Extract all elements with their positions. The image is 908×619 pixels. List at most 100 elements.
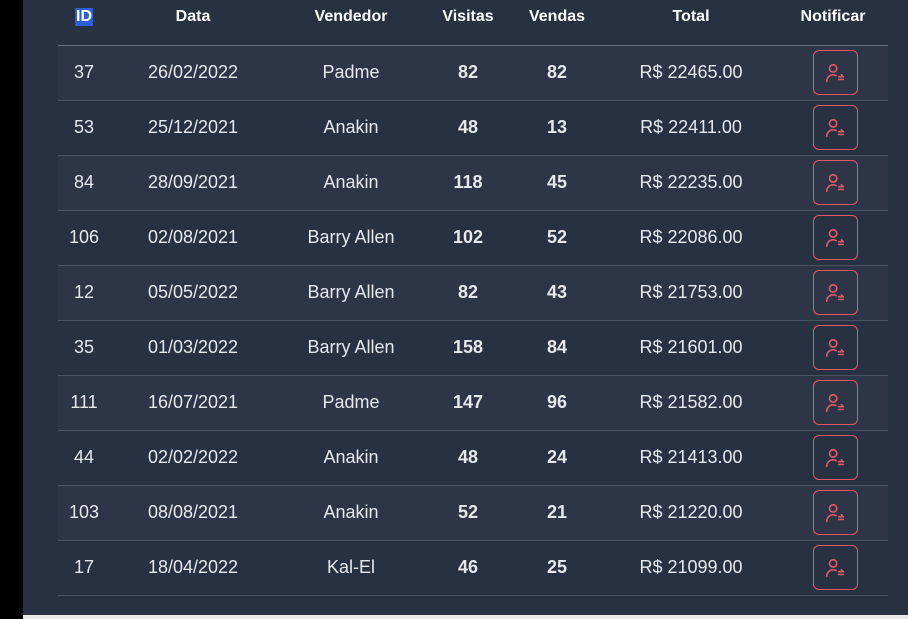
cell-notificar — [778, 320, 888, 376]
cell-vendas: 52 — [510, 210, 604, 266]
cell-vendedor: Barry Allen — [276, 320, 426, 376]
column-header-visitas[interactable]: Visitas — [426, 0, 510, 46]
cell-vendedor: Barry Allen — [276, 265, 426, 321]
cell-id: 12 — [58, 265, 110, 321]
cell-vendedor: Kal-El — [276, 540, 426, 596]
table-row: 37 26/02/2022 Padme 82 82 R$ 22465.00 — [58, 45, 888, 101]
cell-total: R$ 22086.00 — [604, 210, 778, 266]
cell-notificar — [778, 45, 888, 101]
table-row: 17 18/04/2022 Kal-El 46 25 R$ 21099.00 — [58, 540, 888, 596]
table-row: 44 02/02/2022 Anakin 48 24 R$ 21413.00 — [58, 430, 888, 486]
cell-id: 111 — [58, 375, 110, 431]
notify-button[interactable] — [812, 270, 858, 315]
cell-vendedor: Anakin — [276, 100, 426, 156]
column-header-notificar[interactable]: Notificar — [778, 0, 888, 46]
cell-total: R$ 22411.00 — [604, 100, 778, 156]
column-header-data[interactable]: Data — [110, 0, 276, 46]
notify-button[interactable] — [812, 325, 858, 370]
table-row: 35 01/03/2022 Barry Allen 158 84 R$ 21601.00 — [58, 320, 888, 376]
cell-notificar — [778, 265, 888, 321]
user-notify-icon — [824, 172, 846, 194]
user-notify-icon — [824, 447, 846, 469]
cell-id: 37 — [58, 45, 110, 101]
cell-data: 05/05/2022 — [110, 265, 276, 321]
cell-id: 103 — [58, 485, 110, 541]
cell-visitas: 48 — [426, 430, 510, 486]
user-notify-icon — [824, 62, 846, 84]
user-notify-icon — [824, 282, 846, 304]
cell-id: 84 — [58, 155, 110, 211]
cell-notificar — [778, 100, 888, 156]
column-header-id[interactable]: ID — [58, 0, 110, 46]
cell-visitas: 147 — [426, 375, 510, 431]
cell-vendedor: Padme — [276, 375, 426, 431]
table-body: 37 26/02/2022 Padme 82 82 R$ 22465.00 53 25/12/… — [58, 45, 888, 596]
column-header-vendas[interactable]: Vendas — [510, 0, 604, 46]
table-row: 12 05/05/2022 Barry Allen 82 43 R$ 21753.00 — [58, 265, 888, 321]
cell-id: 106 — [58, 210, 110, 266]
cell-vendedor: Anakin — [276, 430, 426, 486]
notify-button[interactable] — [812, 215, 858, 260]
cell-visitas: 102 — [426, 210, 510, 266]
notify-button[interactable] — [812, 490, 858, 535]
cell-notificar — [778, 210, 888, 266]
horizontal-scrollbar[interactable] — [23, 615, 908, 619]
cell-notificar — [778, 540, 888, 596]
cell-visitas: 158 — [426, 320, 510, 376]
cell-data: 28/09/2021 — [110, 155, 276, 211]
notify-button[interactable] — [812, 435, 858, 480]
user-notify-icon — [824, 557, 846, 579]
user-notify-icon — [824, 392, 846, 414]
cell-total: R$ 21753.00 — [604, 265, 778, 321]
notify-button[interactable] — [812, 105, 858, 150]
cell-notificar — [778, 430, 888, 486]
sales-table-container: ID Data Vendedor Visitas Vendas Total No… — [58, 0, 888, 619]
cell-data: 02/02/2022 — [110, 430, 276, 486]
cell-vendas: 82 — [510, 45, 604, 101]
table-row: 103 08/08/2021 Anakin 52 21 R$ 21220.00 — [58, 485, 888, 541]
user-notify-icon — [824, 337, 846, 359]
cell-vendas: 13 — [510, 100, 604, 156]
cell-notificar — [778, 375, 888, 431]
cell-vendas: 45 — [510, 155, 604, 211]
cell-id: 35 — [58, 320, 110, 376]
cell-data: 16/07/2021 — [110, 375, 276, 431]
notify-button[interactable] — [812, 160, 858, 205]
cell-vendas: 43 — [510, 265, 604, 321]
cell-total: R$ 21601.00 — [604, 320, 778, 376]
user-notify-icon — [824, 227, 846, 249]
notify-button[interactable] — [812, 380, 858, 425]
cell-total: R$ 21099.00 — [604, 540, 778, 596]
cell-vendedor: Padme — [276, 45, 426, 101]
cell-visitas: 82 — [426, 265, 510, 321]
cell-vendas: 21 — [510, 485, 604, 541]
column-header-vendedor[interactable]: Vendedor — [276, 0, 426, 46]
table-row: 84 28/09/2021 Anakin 118 45 R$ 22235.00 — [58, 155, 888, 211]
cell-visitas: 118 — [426, 155, 510, 211]
cell-visitas: 46 — [426, 540, 510, 596]
cell-visitas: 48 — [426, 100, 510, 156]
cell-notificar — [778, 155, 888, 211]
notify-button[interactable] — [812, 50, 858, 95]
cell-notificar — [778, 485, 888, 541]
cell-data: 02/08/2021 — [110, 210, 276, 266]
cell-total: R$ 22235.00 — [604, 155, 778, 211]
cell-vendedor: Barry Allen — [276, 210, 426, 266]
column-header-total[interactable]: Total — [604, 0, 778, 46]
user-notify-icon — [824, 117, 846, 139]
cell-vendas: 24 — [510, 430, 604, 486]
cell-data: 25/12/2021 — [110, 100, 276, 156]
cell-vendedor: Anakin — [276, 155, 426, 211]
cell-data: 01/03/2022 — [110, 320, 276, 376]
table-row: 53 25/12/2021 Anakin 48 13 R$ 22411.00 — [58, 100, 888, 156]
cell-total: R$ 21220.00 — [604, 485, 778, 541]
notify-button[interactable] — [812, 545, 858, 590]
cell-visitas: 52 — [426, 485, 510, 541]
cell-total: R$ 22465.00 — [604, 45, 778, 101]
window-left-edge — [0, 0, 23, 619]
user-notify-icon — [824, 502, 846, 524]
cell-data: 18/04/2022 — [110, 540, 276, 596]
table-row: 106 02/08/2021 Barry Allen 102 52 R$ 22086.00 — [58, 210, 888, 266]
cell-vendedor: Anakin — [276, 485, 426, 541]
cell-vendas: 84 — [510, 320, 604, 376]
